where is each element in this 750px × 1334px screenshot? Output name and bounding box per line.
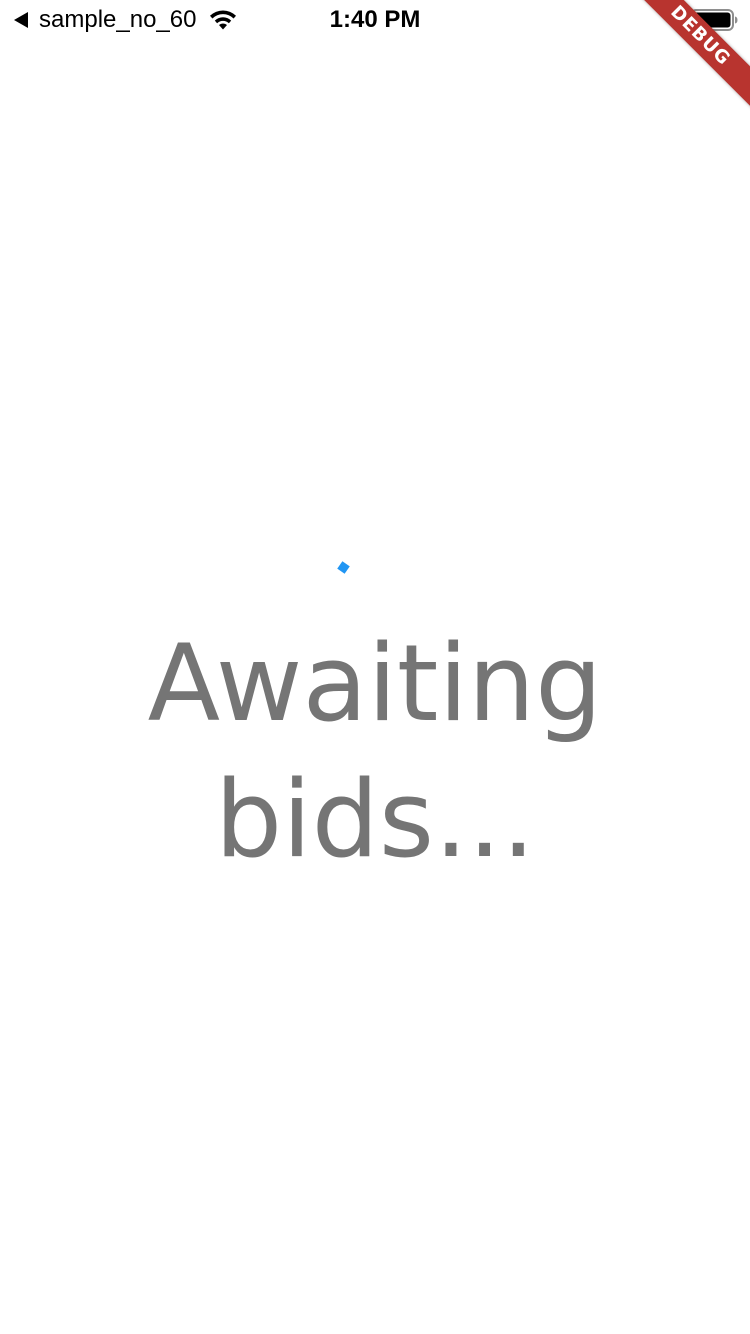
status-time: 1:40 PM [329, 6, 421, 33]
status-bar: sample_no_60 1:40 PM [0, 0, 750, 40]
awaiting-bids-message: Awaiting bids... [147, 622, 603, 881]
battery-icon [690, 9, 738, 31]
loading-spinner-icon [337, 561, 350, 574]
